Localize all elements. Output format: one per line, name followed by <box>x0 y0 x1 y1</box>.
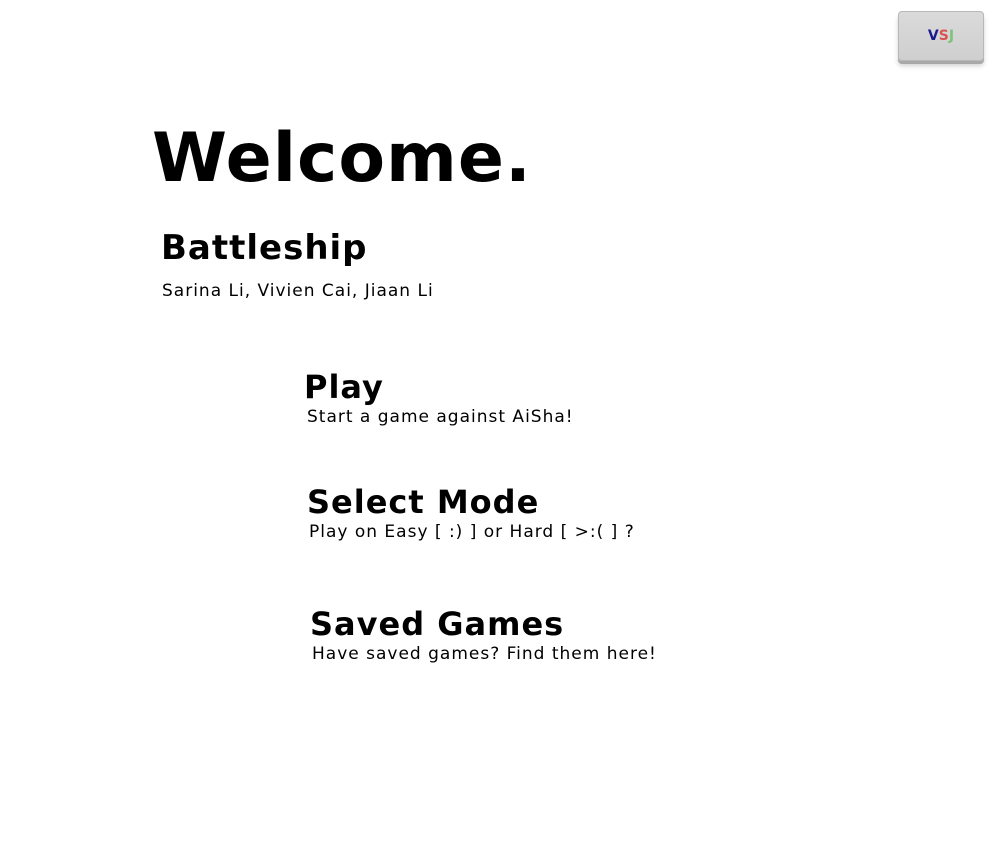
logo-letter-j: J <box>948 28 955 44</box>
authors-text: Sarina Li, Vivien Cai, Jiaan Li <box>162 281 434 301</box>
select-mode-menu-item[interactable]: Select Mode Play on Easy [ :) ] or Hard … <box>307 484 635 542</box>
game-title: Battleship <box>161 228 368 268</box>
welcome-heading: Welcome. <box>152 119 532 198</box>
saved-games-description: Have saved games? Find them here! <box>312 643 657 664</box>
logo-letter-s: S <box>938 28 949 44</box>
saved-games-menu-item[interactable]: Saved Games Have saved games? Find them … <box>310 606 657 664</box>
play-description: Start a game against AiSha! <box>307 406 574 427</box>
saved-games-title[interactable]: Saved Games <box>310 606 657 643</box>
play-menu-item[interactable]: Play Start a game against AiSha! <box>304 369 574 427</box>
vsj-logo-button[interactable]: V S J <box>898 11 984 61</box>
select-mode-title[interactable]: Select Mode <box>307 484 635 521</box>
logo-letter-v: V <box>927 28 939 44</box>
main-menu-page: V S J Welcome. Battleship Sarina Li, Viv… <box>0 0 1000 850</box>
play-title[interactable]: Play <box>304 369 574 406</box>
select-mode-description: Play on Easy [ :) ] or Hard [ >:( ] ? <box>309 521 635 542</box>
